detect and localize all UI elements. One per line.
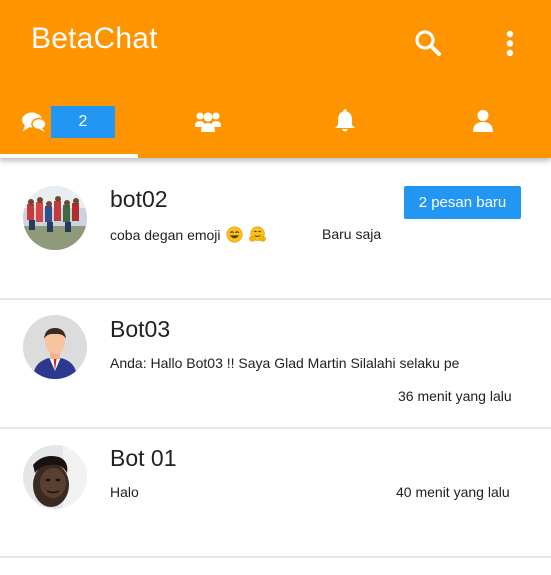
chat-last-message: Anda: Hallo Bot03 !! Saya Glad Martin Si… (110, 355, 460, 371)
tab-profile[interactable] (414, 92, 551, 154)
chat-message-text: coba degan emoji (110, 227, 221, 243)
chat-last-message: Halo (110, 484, 139, 500)
chat-name: Bot03 (110, 316, 171, 342)
chat-list-item[interactable]: Bot03 Anda: Hallo Bot03 !! Saya Glad Mar… (0, 300, 551, 427)
bell-icon (335, 109, 355, 132)
group-photo-avatar (23, 186, 87, 250)
chat-timestamp: Baru saja (322, 226, 382, 242)
app-title: BetaChat (31, 22, 158, 55)
chat-timestamp: 36 menit yang lalu (398, 388, 512, 404)
chat-bubbles-icon (22, 112, 47, 132)
more-vert-icon (506, 30, 514, 57)
search-icon (415, 30, 441, 56)
hugging-face-emoji (249, 226, 267, 242)
person-icon (473, 110, 493, 132)
chat-app: BetaChat 2 bot02 coba degan emoji Baru s… (0, 0, 551, 575)
tab-chats[interactable]: 2 (0, 92, 137, 154)
app-bar: BetaChat 2 (0, 0, 551, 158)
default-person-avatar (23, 315, 87, 379)
chat-last-message: coba degan emoji (110, 226, 267, 243)
grinning-face-emoji (226, 226, 243, 243)
tab-bar: 2 (0, 92, 551, 154)
group-icon (195, 112, 221, 132)
active-tab-indicator (0, 154, 138, 158)
more-options-button[interactable] (496, 24, 524, 62)
chat-name: Bot 01 (110, 445, 177, 471)
new-messages-badge: 2 pesan baru (404, 186, 521, 219)
chat-list-item[interactable]: bot02 coba degan emoji Baru saja 2 pesan… (0, 170, 551, 298)
list-divider (0, 556, 551, 558)
tab-notifications[interactable] (276, 92, 413, 154)
chat-list-item[interactable]: Bot 01 Halo 40 menit yang lalu (0, 429, 551, 556)
person-photo-avatar (23, 445, 87, 509)
tab-groups[interactable] (138, 92, 275, 154)
chat-name: bot02 (110, 186, 168, 212)
search-button[interactable] (409, 24, 447, 62)
chat-timestamp: 40 menit yang lalu (396, 484, 510, 500)
unread-count-badge: 2 (51, 106, 115, 138)
